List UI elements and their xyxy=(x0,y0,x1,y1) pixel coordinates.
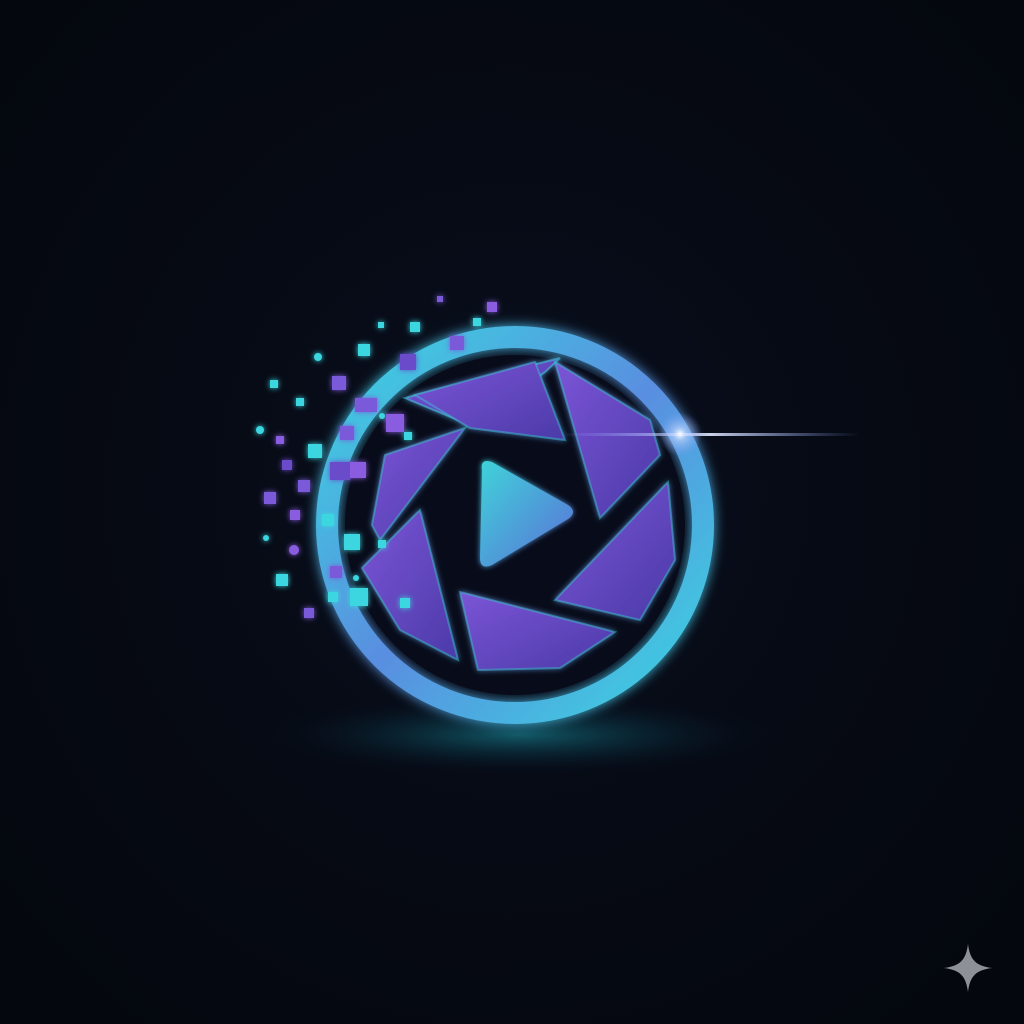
lens-flare-streak xyxy=(560,433,860,436)
pixel-particle xyxy=(264,492,276,504)
pixel-particle xyxy=(450,336,464,350)
pixel-particle xyxy=(304,608,314,618)
pixel-particle xyxy=(353,575,359,581)
pixel-particle xyxy=(308,444,322,458)
pixel-particle xyxy=(386,414,404,432)
pixel-particle xyxy=(358,344,370,356)
pixel-particle xyxy=(322,514,334,526)
sparkle-shape xyxy=(944,944,992,992)
pixel-particle xyxy=(332,376,346,390)
pixel-particle xyxy=(378,322,384,328)
pixel-particle xyxy=(276,574,288,586)
pixel-particle xyxy=(350,588,368,606)
pixel-particle xyxy=(289,545,299,555)
pixel-particle xyxy=(410,322,420,332)
pixel-particle xyxy=(350,462,366,478)
sparkle-icon xyxy=(944,944,992,992)
pixel-particle xyxy=(344,534,360,550)
pixel-particle xyxy=(296,398,304,406)
pixel-particle xyxy=(256,426,264,434)
pixel-particle xyxy=(290,510,300,520)
pixel-particle xyxy=(276,436,284,444)
pixel-particle xyxy=(263,535,269,541)
aperture-play-logo xyxy=(250,296,860,777)
canvas xyxy=(0,0,1024,1024)
pixel-particle xyxy=(487,302,497,312)
pixel-particle xyxy=(330,566,342,578)
pixel-particle xyxy=(282,460,292,470)
pixel-particle xyxy=(355,398,377,412)
pixel-particle xyxy=(437,296,443,302)
pixel-particle xyxy=(330,462,350,480)
pixel-particle xyxy=(298,480,310,492)
pixel-particle xyxy=(378,540,386,548)
pixel-particle xyxy=(340,426,354,440)
lens-flare-core xyxy=(658,412,702,456)
pixel-particle xyxy=(473,318,481,326)
pixel-particle xyxy=(379,413,385,419)
pixel-particle xyxy=(400,598,410,608)
pixel-particle xyxy=(270,380,278,388)
pixel-particle xyxy=(404,432,412,440)
pixel-particle xyxy=(328,592,338,602)
pixel-particle xyxy=(314,353,322,361)
pixel-particle xyxy=(400,354,416,370)
